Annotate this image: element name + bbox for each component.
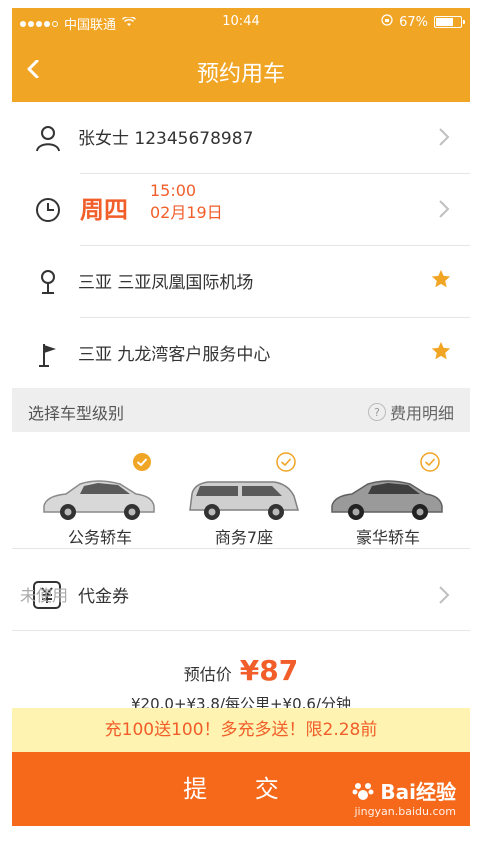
- paw-icon: [352, 782, 374, 800]
- pickup-text: 三亚 三亚凤凰国际机场: [78, 273, 254, 293]
- dropoff-text: 三亚 九龙湾客户服务中心: [78, 345, 271, 365]
- promo-banner[interactable]: 充100送100！多充多送！限2.28前: [12, 708, 470, 752]
- car-option-mpv[interactable]: 商务7座: [174, 434, 314, 547]
- car-option-luxury[interactable]: 豪华轿车: [318, 434, 458, 547]
- divider: [12, 630, 470, 631]
- voucher-row[interactable]: 代金券 未使用: [12, 556, 470, 628]
- fee-details-label: 费用明细: [389, 404, 454, 423]
- baidu-jingyan-watermark: Bai经验 jingyan.baidu.com: [352, 776, 456, 818]
- question-icon: ?: [367, 403, 386, 421]
- pickup-row[interactable]: 三亚 三亚凤凰国际机场: [12, 246, 470, 318]
- estimate-line: 预估价 ¥87: [12, 654, 470, 687]
- estimate-label: 预估价: [183, 665, 232, 684]
- section-label: 选择车型级别: [28, 404, 125, 423]
- app-header: 中国联通 10:44 67% 预约用车: [12, 8, 470, 102]
- car-label: 公务轿车: [67, 528, 132, 547]
- sedan-car-image: [43, 480, 155, 520]
- dropoff-row[interactable]: 三亚 九龙湾客户服务中心: [12, 318, 470, 390]
- car-type-section-header: 选择车型级别 ? 费用明细: [12, 388, 470, 432]
- pickup-date: 02月19日: [150, 203, 223, 222]
- watermark-brand-text: Bai经验: [380, 780, 456, 804]
- phone-screen: 中国联通 10:44 67% 预约用车 张女士 12345678987 周四 1…: [12, 8, 470, 826]
- weekday: 周四: [80, 196, 128, 224]
- chevron-right-icon: [439, 586, 450, 604]
- contact-row[interactable]: 张女士 12345678987: [12, 102, 470, 174]
- car-label: 商务7座: [214, 528, 274, 547]
- person-icon: [36, 126, 60, 152]
- estimate-price: ¥87: [239, 654, 299, 687]
- check-circle-icon: [276, 452, 296, 472]
- car-option-sedan[interactable]: 公务轿车: [30, 434, 170, 547]
- rotation-lock-icon: [381, 14, 393, 30]
- flag-icon: [39, 344, 56, 367]
- mpv-car-image: [189, 481, 299, 520]
- status-bar: 中国联通 10:44 67%: [20, 14, 465, 33]
- chevron-right-icon: [439, 200, 450, 218]
- datetime-row[interactable]: 周四 15:00 02月19日: [12, 174, 470, 246]
- check-circle-icon: [420, 452, 440, 472]
- check-circle-icon: [133, 453, 151, 471]
- time-block: 15:00 02月19日: [150, 180, 223, 224]
- star-icon[interactable]: [430, 340, 452, 362]
- battery-icon: [434, 16, 465, 28]
- car-options: 公务轿车 商务7座 豪华轿车: [12, 434, 470, 548]
- price-estimate: 预估价 ¥87 ¥20.0+¥3.8/每公里+¥0.6/分钟: [12, 648, 470, 716]
- status-right: 67%: [381, 14, 465, 30]
- luxury-car-image: [331, 480, 443, 520]
- fee-details-link[interactable]: ? 费用明细: [367, 400, 454, 424]
- watermark-domain: jingyan.baidu.com: [354, 805, 456, 818]
- clock-icon: [36, 198, 60, 222]
- battery-percent: 67%: [399, 14, 428, 30]
- chevron-right-icon: [439, 128, 450, 146]
- location-pin-icon: [41, 270, 55, 294]
- voucher-status: 未使用: [20, 586, 69, 605]
- divider: [12, 548, 470, 549]
- star-icon[interactable]: [430, 268, 452, 290]
- contact-text: 张女士 12345678987: [78, 129, 254, 149]
- page-title: 预约用车: [196, 62, 285, 87]
- car-label: 豪华轿车: [355, 528, 420, 547]
- pickup-time: 15:00: [150, 181, 197, 200]
- watermark-brand: Bai经验: [352, 776, 456, 805]
